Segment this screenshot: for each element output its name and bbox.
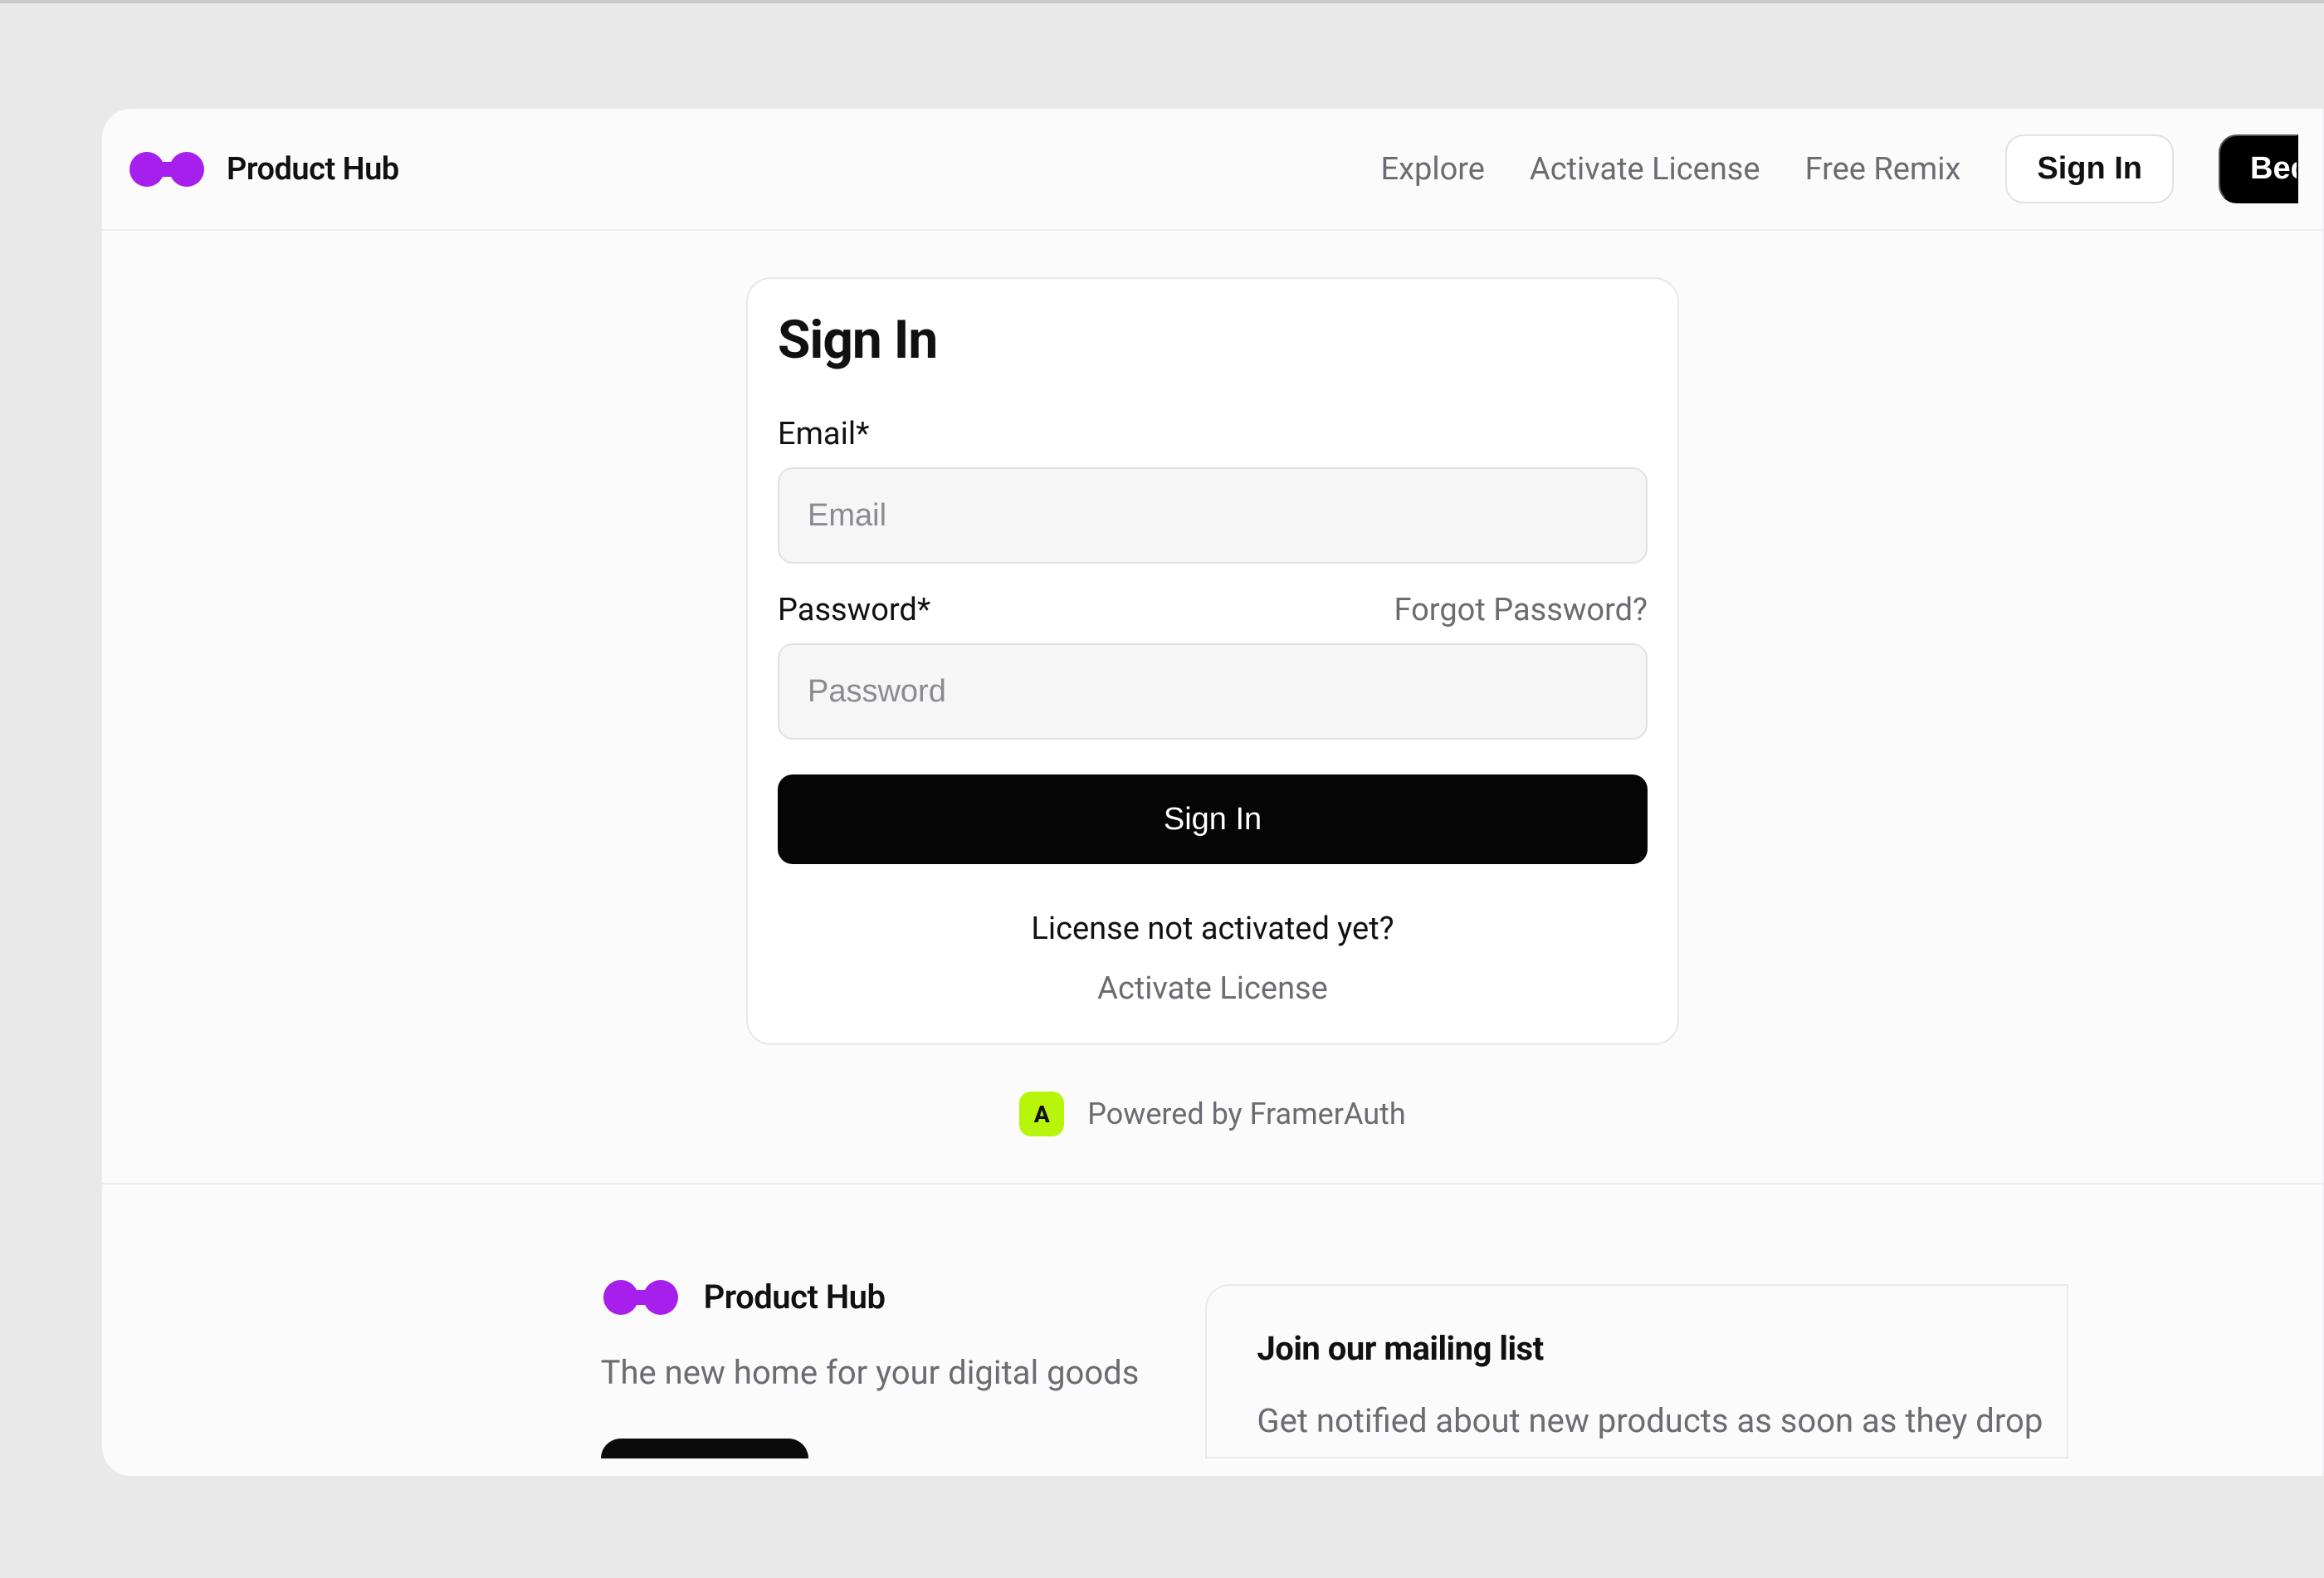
app-window: Product Hub Explore Activate License Fre…: [101, 108, 2324, 1477]
nav-free-remix[interactable]: Free Remix: [1805, 151, 1961, 188]
activate-license-link[interactable]: Activate License: [778, 970, 1648, 1007]
header-nav: Explore Activate License Free Remix Sign…: [1381, 134, 2298, 203]
brand-name: Product Hub: [227, 151, 399, 188]
footer-tagline: The new home for your digital goods: [601, 1353, 1140, 1392]
nav-sign-in-button[interactable]: Sign In: [2005, 134, 2174, 203]
email-label: Email*: [778, 416, 869, 452]
brand: Product Hub: [127, 151, 399, 188]
footer: Product Hub The new home for your digita…: [357, 1185, 2069, 1458]
footer-brand-name: Product Hub: [704, 1278, 886, 1317]
newsletter-subtext: Get notified about new products as soon …: [1257, 1401, 2017, 1440]
powered-badge-icon: A: [1019, 1092, 1064, 1136]
sign-in-heading: Sign In: [778, 309, 1648, 371]
email-input[interactable]: [778, 467, 1648, 564]
nav-activate-license[interactable]: Activate License: [1530, 151, 1760, 188]
footer-pill: [601, 1439, 808, 1458]
nav-become-member-button[interactable]: Become a Member: [2219, 134, 2298, 203]
powered-by-text: Powered by FramerAuth: [1087, 1097, 1405, 1131]
brand-logo-icon: [127, 152, 207, 187]
password-input[interactable]: [778, 643, 1648, 740]
footer-brand: Product Hub: [601, 1278, 1140, 1317]
license-not-activated-text: License not activated yet?: [778, 911, 1648, 947]
newsletter-card: Join our mailing list Get notified about…: [1205, 1284, 2068, 1458]
newsletter-heading: Join our mailing list: [1257, 1329, 2017, 1368]
nav-explore[interactable]: Explore: [1381, 151, 1485, 188]
password-label: Password*: [778, 592, 930, 628]
footer-left: Product Hub The new home for your digita…: [601, 1278, 1140, 1458]
powered-by: A Powered by FramerAuth: [1019, 1092, 1405, 1136]
forgot-password-link[interactable]: Forgot Password?: [1394, 592, 1648, 628]
footer-brand-logo-icon: [601, 1280, 681, 1315]
sign-in-card: Sign In Email* Password* Forgot Password…: [746, 277, 1679, 1045]
header: Product Hub Explore Activate License Fre…: [102, 109, 2323, 231]
sign-in-submit-button[interactable]: Sign In: [778, 774, 1648, 864]
sign-in-section: Sign In Email* Password* Forgot Password…: [102, 231, 2323, 1458]
